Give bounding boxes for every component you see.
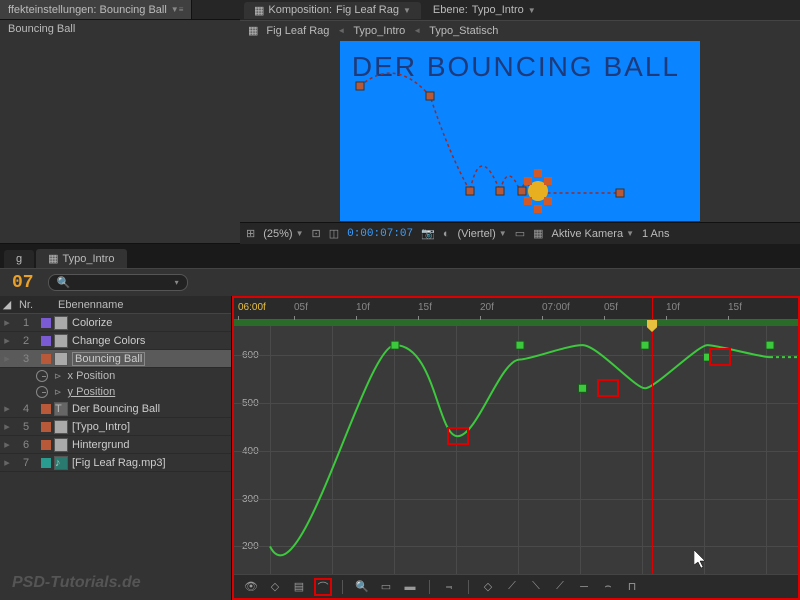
chevron-left-icon: ◄ [413, 26, 421, 35]
linear-icon[interactable]: ─ [575, 578, 593, 596]
viewer-timecode[interactable]: 0:00:07:07 [347, 228, 413, 240]
ruler-start: 06:00f [238, 302, 266, 313]
views-dropdown[interactable]: 1 Ans [642, 228, 670, 240]
dropdown-icon[interactable]: ▾ [175, 278, 179, 287]
graph-type-icon[interactable]: ▤ [290, 578, 308, 596]
ruler-mark: 20f [480, 302, 494, 313]
cursor-icon [694, 550, 710, 570]
fit-icon[interactable]: ▭ [377, 578, 395, 596]
keyframe-highlight [597, 379, 619, 397]
hold-icon[interactable]: ⊓ [623, 578, 641, 596]
comp-tab[interactable]: ▦ Komposition: Fig Leaf Rag ▼ [244, 2, 421, 19]
layer-row[interactable]: ▸6Hintergrund [0, 436, 231, 454]
layer-row[interactable]: ▸3Bouncing Ball [0, 350, 231, 368]
composition-viewer[interactable]: DER BOUNCING BALL [240, 40, 800, 222]
timeline-tab-active[interactable]: ▦ Typo_Intro [36, 249, 126, 268]
ease-icon[interactable]: ⟋ [503, 578, 521, 596]
comp-flow-icon[interactable]: ▦ [248, 24, 258, 37]
ruler-mark: 15f [728, 302, 742, 313]
col-name: Ebenenname [54, 299, 123, 311]
col-nr: Nr. [14, 299, 38, 311]
region-icon[interactable]: ▭ [515, 227, 525, 240]
ruler-mark: 05f [294, 302, 308, 313]
camera-dropdown[interactable]: Aktive Kamera ▼ [552, 228, 634, 240]
eye-icon[interactable]: 👁 [242, 578, 260, 596]
breadcrumb-item[interactable]: Typo_Intro [353, 25, 405, 37]
safe-zones-icon[interactable]: ◫ [329, 227, 339, 240]
comp-icon: ▦ [48, 252, 58, 265]
separate-dims-icon[interactable]: ⫬ [440, 578, 458, 596]
dropdown-icon[interactable]: ▼≡ [171, 5, 184, 14]
keyframe-highlight [447, 427, 469, 445]
ruler-mark: 15f [418, 302, 432, 313]
breadcrumb-item[interactable]: Typo_Statisch [429, 25, 498, 37]
layer-row[interactable]: ▸1Colorize [0, 314, 231, 332]
auto-bezier-icon[interactable]: ⌢ [599, 578, 617, 596]
ruler-mark: 05f [604, 302, 618, 313]
shy-icon[interactable]: ◢ [0, 298, 14, 311]
keyframe-highlight [709, 348, 731, 366]
effects-comp-name: Bouncing Ball [0, 20, 240, 38]
grid-icon[interactable]: ⊞ [246, 227, 255, 240]
chevron-left-icon: ◄ [337, 26, 345, 35]
preview-canvas: DER BOUNCING BALL [340, 41, 700, 221]
current-time-indicator[interactable] [652, 298, 653, 574]
ease-in-icon[interactable]: ⟍ [527, 578, 545, 596]
layer-tab[interactable]: Ebene: Typo_Intro ▼ [423, 2, 546, 18]
dropdown-icon[interactable]: ▼ [528, 6, 536, 15]
fit-all-icon[interactable]: ▬ [401, 578, 419, 596]
snapshot-icon[interactable]: 📷 [421, 227, 435, 240]
stopwatch-icon [36, 386, 48, 398]
time-ruler[interactable]: 06:00f 05f 10f 15f 20f 07:00f 05f 10f 15f [234, 298, 798, 320]
ruler-mark: 07:00f [542, 302, 570, 313]
breadcrumb-item[interactable]: Fig Leaf Rag [266, 25, 329, 37]
layer-row[interactable]: ▸4TDer Bouncing Ball [0, 400, 231, 418]
composition-panel: ▦ Komposition: Fig Leaf Rag ▼ Ebene: Typ… [240, 0, 800, 244]
effects-tab-label: ffekteinstellungen: Bouncing Ball [8, 4, 167, 16]
crop-icon[interactable]: ⊡ [311, 227, 320, 240]
stopwatch-icon [36, 370, 48, 382]
snap-icon[interactable]: ⌒ [314, 578, 332, 596]
watermark: PSD-Tutorials.de [12, 574, 141, 592]
zoom-icon[interactable]: 🔍 [353, 578, 371, 596]
property-row[interactable]: ⊳y Position [0, 384, 231, 400]
breadcrumb: ▦ Fig Leaf Rag ◄ Typo_Intro ◄ Typo_Stati… [240, 20, 800, 40]
timeline-panel: g ▦ Typo_Intro 07 🔍 ▾ ◢ Nr. Ebenenname ▸… [0, 244, 800, 600]
dropdown-icon[interactable]: ▼ [403, 6, 411, 15]
graph-editor[interactable]: 06:00f 05f 10f 15f 20f 07:00f 05f 10f 15f 60050… [232, 296, 800, 600]
layer-row[interactable]: ▸7♪[Fig Leaf Rag.mp3] [0, 454, 231, 472]
effects-tab[interactable]: ffekteinstellungen: Bouncing Ball ▼≡ [0, 0, 192, 19]
ruler-mark: 10f [356, 302, 370, 313]
timeline-timecode[interactable]: 07 [4, 271, 42, 295]
resolution-dropdown[interactable]: (Viertel) ▼ [457, 228, 506, 240]
viewer-toolbar: ⊞ (25%) ▼ ⊡ ◫ 0:00:07:07 📷 ◐ (Viertel) ▼… [240, 222, 800, 244]
color-mgmt-icon[interactable]: ◐ [443, 228, 450, 240]
keyframe-icon[interactable]: ◇ [266, 578, 284, 596]
comp-icon: ▦ [254, 4, 264, 17]
transparency-grid-icon[interactable]: ▦ [533, 227, 543, 240]
zoom-dropdown[interactable]: (25%) ▼ [263, 228, 303, 240]
search-icon: 🔍 [57, 276, 71, 289]
graph-canvas[interactable]: 600500400300200 [234, 326, 798, 574]
layer-row[interactable]: ▸2Change Colors [0, 332, 231, 350]
ease-out-icon[interactable]: ⟋ [551, 578, 569, 596]
search-input[interactable]: 🔍 ▾ [48, 274, 188, 291]
ruler-mark: 10f [666, 302, 680, 313]
edit-kf-icon[interactable]: ◇ [479, 578, 497, 596]
timeline-tab[interactable]: g [4, 250, 34, 268]
layer-list: ◢ Nr. Ebenenname ▸1Colorize▸2Change Colo… [0, 296, 232, 600]
graph-toolbar: 👁 ◇ ▤ ⌒ 🔍 ▭ ▬ ⫬ ◇ ⟋ ⟍ ⟋ ─ ⌢ ⊓ [234, 574, 798, 598]
property-row[interactable]: ⊳x Position [0, 368, 231, 384]
layer-row[interactable]: ▸5[Typo_Intro] [0, 418, 231, 436]
